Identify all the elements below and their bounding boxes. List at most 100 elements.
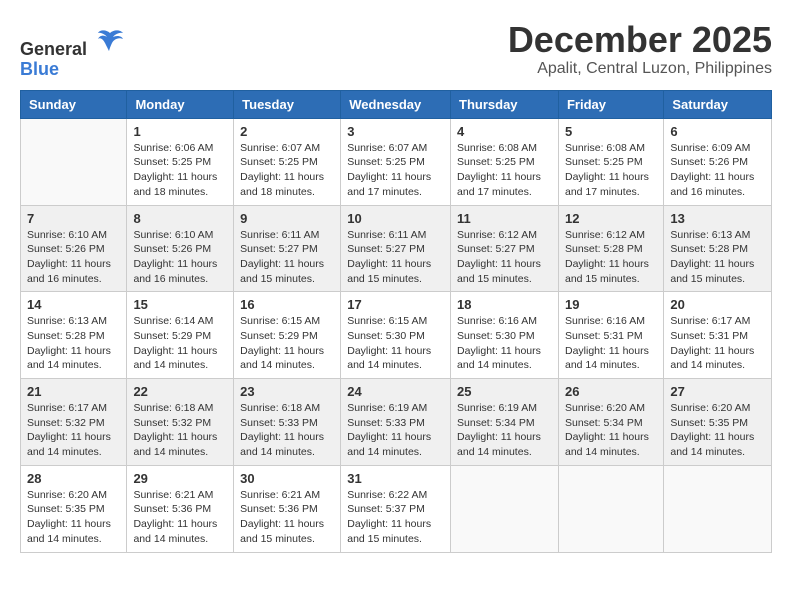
calendar-cell: 10 Sunrise: 6:11 AM Sunset: 5:27 PM Dayli…: [341, 205, 451, 292]
day-info: Sunrise: 6:08 AM Sunset: 5:25 PM Dayligh…: [565, 141, 657, 200]
header-saturday: Saturday: [664, 90, 772, 118]
calendar-cell: 27 Sunrise: 6:20 AM Sunset: 5:35 PM Dayli…: [664, 379, 772, 466]
day-number: 4: [457, 124, 552, 139]
day-info: Sunrise: 6:11 AM Sunset: 5:27 PM Dayligh…: [347, 228, 444, 287]
day-number: 22: [133, 384, 227, 399]
calendar-cell: 25Sunrise: 6:19 AM Sunset: 5:34 PM Dayli…: [451, 379, 559, 466]
calendar-cell: 2Sunrise: 6:07 AM Sunset: 5:25 PM Daylig…: [234, 118, 341, 205]
day-info: Sunrise: 6:16 AM Sunset: 5:30 PM Dayligh…: [457, 314, 552, 373]
day-number: 16: [240, 297, 334, 312]
calendar-cell: 26Sunrise: 6:20 AM Sunset: 5:34 PM Dayli…: [558, 379, 663, 466]
page-header: General Blue December 2025 Apalit, Centr…: [20, 20, 772, 80]
day-number: 23: [240, 384, 334, 399]
calendar-week-row: 1Sunrise: 6:06 AM Sunset: 5:25 PM Daylig…: [21, 118, 772, 205]
day-number: 14: [27, 297, 120, 312]
day-info: Sunrise: 6:11 AM Sunset: 5:27 PM Dayligh…: [240, 228, 334, 287]
calendar-cell: 23 Sunrise: 6:18 AM Sunset: 5:33 PM Dayli…: [234, 379, 341, 466]
calendar-week-row: 28 Sunrise: 6:20 AM Sunset: 5:35 PM Dayli…: [21, 465, 772, 552]
day-info: Sunrise: 6:13 AM Sunset: 5:28 PM Dayligh…: [670, 228, 765, 287]
calendar-cell: 15 Sunrise: 6:14 AM Sunset: 5:29 PM Dayli…: [127, 292, 234, 379]
calendar-cell: 1Sunrise: 6:06 AM Sunset: 5:25 PM Daylig…: [127, 118, 234, 205]
header-thursday: Thursday: [451, 90, 559, 118]
day-info: Sunrise: 6:19 AM Sunset: 5:33 PM Dayligh…: [347, 401, 444, 460]
calendar-cell: 31 Sunrise: 6:22 AM Sunset: 5:37 PM Dayli…: [341, 465, 451, 552]
day-number: 24: [347, 384, 444, 399]
header-wednesday: Wednesday: [341, 90, 451, 118]
logo-general-text: General: [20, 39, 87, 59]
day-number: 29: [133, 471, 227, 486]
day-info: Sunrise: 6:21 AM Sunset: 5:36 PM Dayligh…: [133, 488, 227, 547]
calendar-cell: [664, 465, 772, 552]
day-info: Sunrise: 6:09 AM Sunset: 5:26 PM Dayligh…: [670, 141, 765, 200]
calendar-cell: 28 Sunrise: 6:20 AM Sunset: 5:35 PM Dayli…: [21, 465, 127, 552]
day-info: Sunrise: 6:13 AM Sunset: 5:28 PM Dayligh…: [27, 314, 120, 373]
calendar-cell: 3Sunrise: 6:07 AM Sunset: 5:25 PM Daylig…: [341, 118, 451, 205]
day-number: 20: [670, 297, 765, 312]
day-number: 8: [133, 211, 227, 226]
calendar-cell: 19 Sunrise: 6:16 AM Sunset: 5:31 PM Dayli…: [558, 292, 663, 379]
day-info: Sunrise: 6:18 AM Sunset: 5:32 PM Dayligh…: [133, 401, 227, 460]
calendar-week-row: 21Sunrise: 6:17 AM Sunset: 5:32 PM Dayli…: [21, 379, 772, 466]
calendar-cell: 22 Sunrise: 6:18 AM Sunset: 5:32 PM Dayli…: [127, 379, 234, 466]
calendar-week-row: 7 Sunrise: 6:10 AM Sunset: 5:26 PM Daylig…: [21, 205, 772, 292]
day-info: Sunrise: 6:06 AM Sunset: 5:25 PM Dayligh…: [133, 141, 227, 200]
calendar-cell: 18 Sunrise: 6:16 AM Sunset: 5:30 PM Dayli…: [451, 292, 559, 379]
day-number: 2: [240, 124, 334, 139]
day-number: 21: [27, 384, 120, 399]
day-number: 28: [27, 471, 120, 486]
calendar-cell: [451, 465, 559, 552]
calendar-cell: 7Sunrise: 6:10 AM Sunset: 5:26 PM Daylig…: [21, 205, 127, 292]
day-number: 15: [133, 297, 227, 312]
day-info: Sunrise: 6:20 AM Sunset: 5:35 PM Dayligh…: [27, 488, 120, 547]
calendar-cell: [558, 465, 663, 552]
logo-bird-icon: [95, 25, 125, 55]
location-subtitle: Apalit, Central Luzon, Philippines: [508, 60, 772, 78]
calendar-cell: 6Sunrise: 6:09 AM Sunset: 5:26 PM Daylig…: [664, 118, 772, 205]
calendar-table: SundayMondayTuesdayWednesdayThursdayFrid…: [20, 90, 772, 553]
day-number: 11: [457, 211, 552, 226]
day-number: 19: [565, 297, 657, 312]
day-number: 12: [565, 211, 657, 226]
logo-general: General: [20, 25, 125, 60]
day-number: 27: [670, 384, 765, 399]
header-friday: Friday: [558, 90, 663, 118]
day-info: Sunrise: 6:12 AM Sunset: 5:28 PM Dayligh…: [565, 228, 657, 287]
calendar-cell: 21Sunrise: 6:17 AM Sunset: 5:32 PM Dayli…: [21, 379, 127, 466]
day-info: Sunrise: 6:18 AM Sunset: 5:33 PM Dayligh…: [240, 401, 334, 460]
day-number: 10: [347, 211, 444, 226]
day-info: Sunrise: 6:14 AM Sunset: 5:29 PM Dayligh…: [133, 314, 227, 373]
day-info: Sunrise: 6:16 AM Sunset: 5:31 PM Dayligh…: [565, 314, 657, 373]
day-number: 13: [670, 211, 765, 226]
calendar-cell: 13 Sunrise: 6:13 AM Sunset: 5:28 PM Dayli…: [664, 205, 772, 292]
calendar-header-row: SundayMondayTuesdayWednesdayThursdayFrid…: [21, 90, 772, 118]
calendar-cell: 4Sunrise: 6:08 AM Sunset: 5:25 PM Daylig…: [451, 118, 559, 205]
day-info: Sunrise: 6:22 AM Sunset: 5:37 PM Dayligh…: [347, 488, 444, 547]
day-info: Sunrise: 6:21 AM Sunset: 5:36 PM Dayligh…: [240, 488, 334, 547]
day-info: Sunrise: 6:15 AM Sunset: 5:30 PM Dayligh…: [347, 314, 444, 373]
day-number: 31: [347, 471, 444, 486]
calendar-cell: 14 Sunrise: 6:13 AM Sunset: 5:28 PM Dayli…: [21, 292, 127, 379]
calendar-cell: 5Sunrise: 6:08 AM Sunset: 5:25 PM Daylig…: [558, 118, 663, 205]
calendar-cell: 8 Sunrise: 6:10 AM Sunset: 5:26 PM Daylig…: [127, 205, 234, 292]
header-tuesday: Tuesday: [234, 90, 341, 118]
day-number: 18: [457, 297, 552, 312]
day-number: 25: [457, 384, 552, 399]
logo: General Blue: [20, 25, 125, 80]
month-year-title: December 2025: [508, 20, 772, 60]
calendar-cell: 9Sunrise: 6:11 AM Sunset: 5:27 PM Daylig…: [234, 205, 341, 292]
day-info: Sunrise: 6:15 AM Sunset: 5:29 PM Dayligh…: [240, 314, 334, 373]
calendar-cell: 29 Sunrise: 6:21 AM Sunset: 5:36 PM Dayli…: [127, 465, 234, 552]
day-number: 3: [347, 124, 444, 139]
day-number: 7: [27, 211, 120, 226]
header-sunday: Sunday: [21, 90, 127, 118]
calendar-cell: 11 Sunrise: 6:12 AM Sunset: 5:27 PM Dayli…: [451, 205, 559, 292]
calendar-cell: 30Sunrise: 6:21 AM Sunset: 5:36 PM Dayli…: [234, 465, 341, 552]
title-section: December 2025 Apalit, Central Luzon, Phi…: [508, 20, 772, 78]
logo-blue-text: Blue: [20, 60, 125, 80]
day-number: 26: [565, 384, 657, 399]
header-monday: Monday: [127, 90, 234, 118]
day-info: Sunrise: 6:10 AM Sunset: 5:26 PM Dayligh…: [133, 228, 227, 287]
day-info: Sunrise: 6:20 AM Sunset: 5:35 PM Dayligh…: [670, 401, 765, 460]
calendar-cell: 17Sunrise: 6:15 AM Sunset: 5:30 PM Dayli…: [341, 292, 451, 379]
day-info: Sunrise: 6:12 AM Sunset: 5:27 PM Dayligh…: [457, 228, 552, 287]
